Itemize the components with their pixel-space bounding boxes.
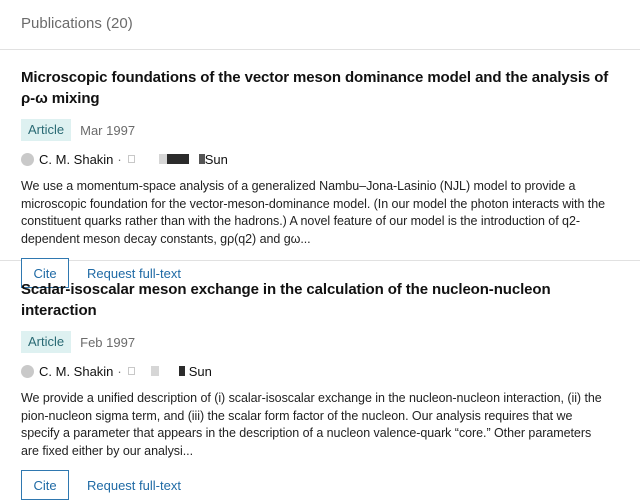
publication-abstract: We use a momentum-space analysis of a ge… bbox=[21, 179, 605, 246]
redacted-area bbox=[158, 154, 167, 164]
redacted-area bbox=[189, 154, 199, 164]
request-full-text-link[interactable]: Request full-text bbox=[87, 478, 181, 493]
author-avatar-icon bbox=[21, 152, 34, 166]
publication-actions: Cite Request full-text bbox=[21, 470, 619, 500]
author-separator: · bbox=[117, 151, 122, 167]
redacted-area bbox=[137, 154, 159, 164]
publication-meta: Article Feb 1997 bbox=[21, 331, 619, 353]
publication-abstract: We provide a unified description of (i) … bbox=[21, 391, 602, 458]
author-separator: · bbox=[117, 363, 122, 379]
publication-type-badge: Article bbox=[21, 331, 72, 353]
publication-item: Microscopic foundations of the vector me… bbox=[0, 50, 640, 288]
publication-type-badge: Article bbox=[21, 119, 72, 141]
cite-button[interactable]: Cite bbox=[21, 470, 69, 500]
publication-date: Mar 1997 bbox=[80, 122, 136, 138]
publication-title[interactable]: Scalar-isoscalar meson exchange in the c… bbox=[21, 279, 619, 321]
author-name[interactable]: Sun bbox=[205, 152, 228, 167]
publication-meta: Article Mar 1997 bbox=[21, 119, 619, 141]
publications-header: Publications (20) bbox=[0, 0, 640, 50]
redacted-area bbox=[150, 366, 159, 376]
author-name[interactable]: C. M. Shakin bbox=[39, 364, 113, 379]
redacted-area bbox=[159, 366, 179, 376]
publication-date: Feb 1997 bbox=[80, 334, 136, 350]
redacted-image-icon bbox=[127, 367, 135, 375]
redacted-area bbox=[137, 366, 151, 376]
author-list: C. M. Shakin · Sun bbox=[21, 149, 619, 169]
publication-item: Scalar-isoscalar meson exchange in the c… bbox=[0, 261, 640, 500]
author-list: C. M. Shakin · Sun bbox=[21, 361, 619, 381]
redacted-area bbox=[166, 154, 189, 164]
redacted-image-icon bbox=[127, 155, 135, 163]
author-name[interactable]: C. M. Shakin bbox=[39, 152, 113, 167]
section-title: Publications (20) bbox=[21, 15, 133, 32]
author-name[interactable]: Sun bbox=[189, 364, 212, 379]
publication-title[interactable]: Microscopic foundations of the vector me… bbox=[21, 67, 619, 109]
author-avatar-icon bbox=[21, 364, 34, 378]
